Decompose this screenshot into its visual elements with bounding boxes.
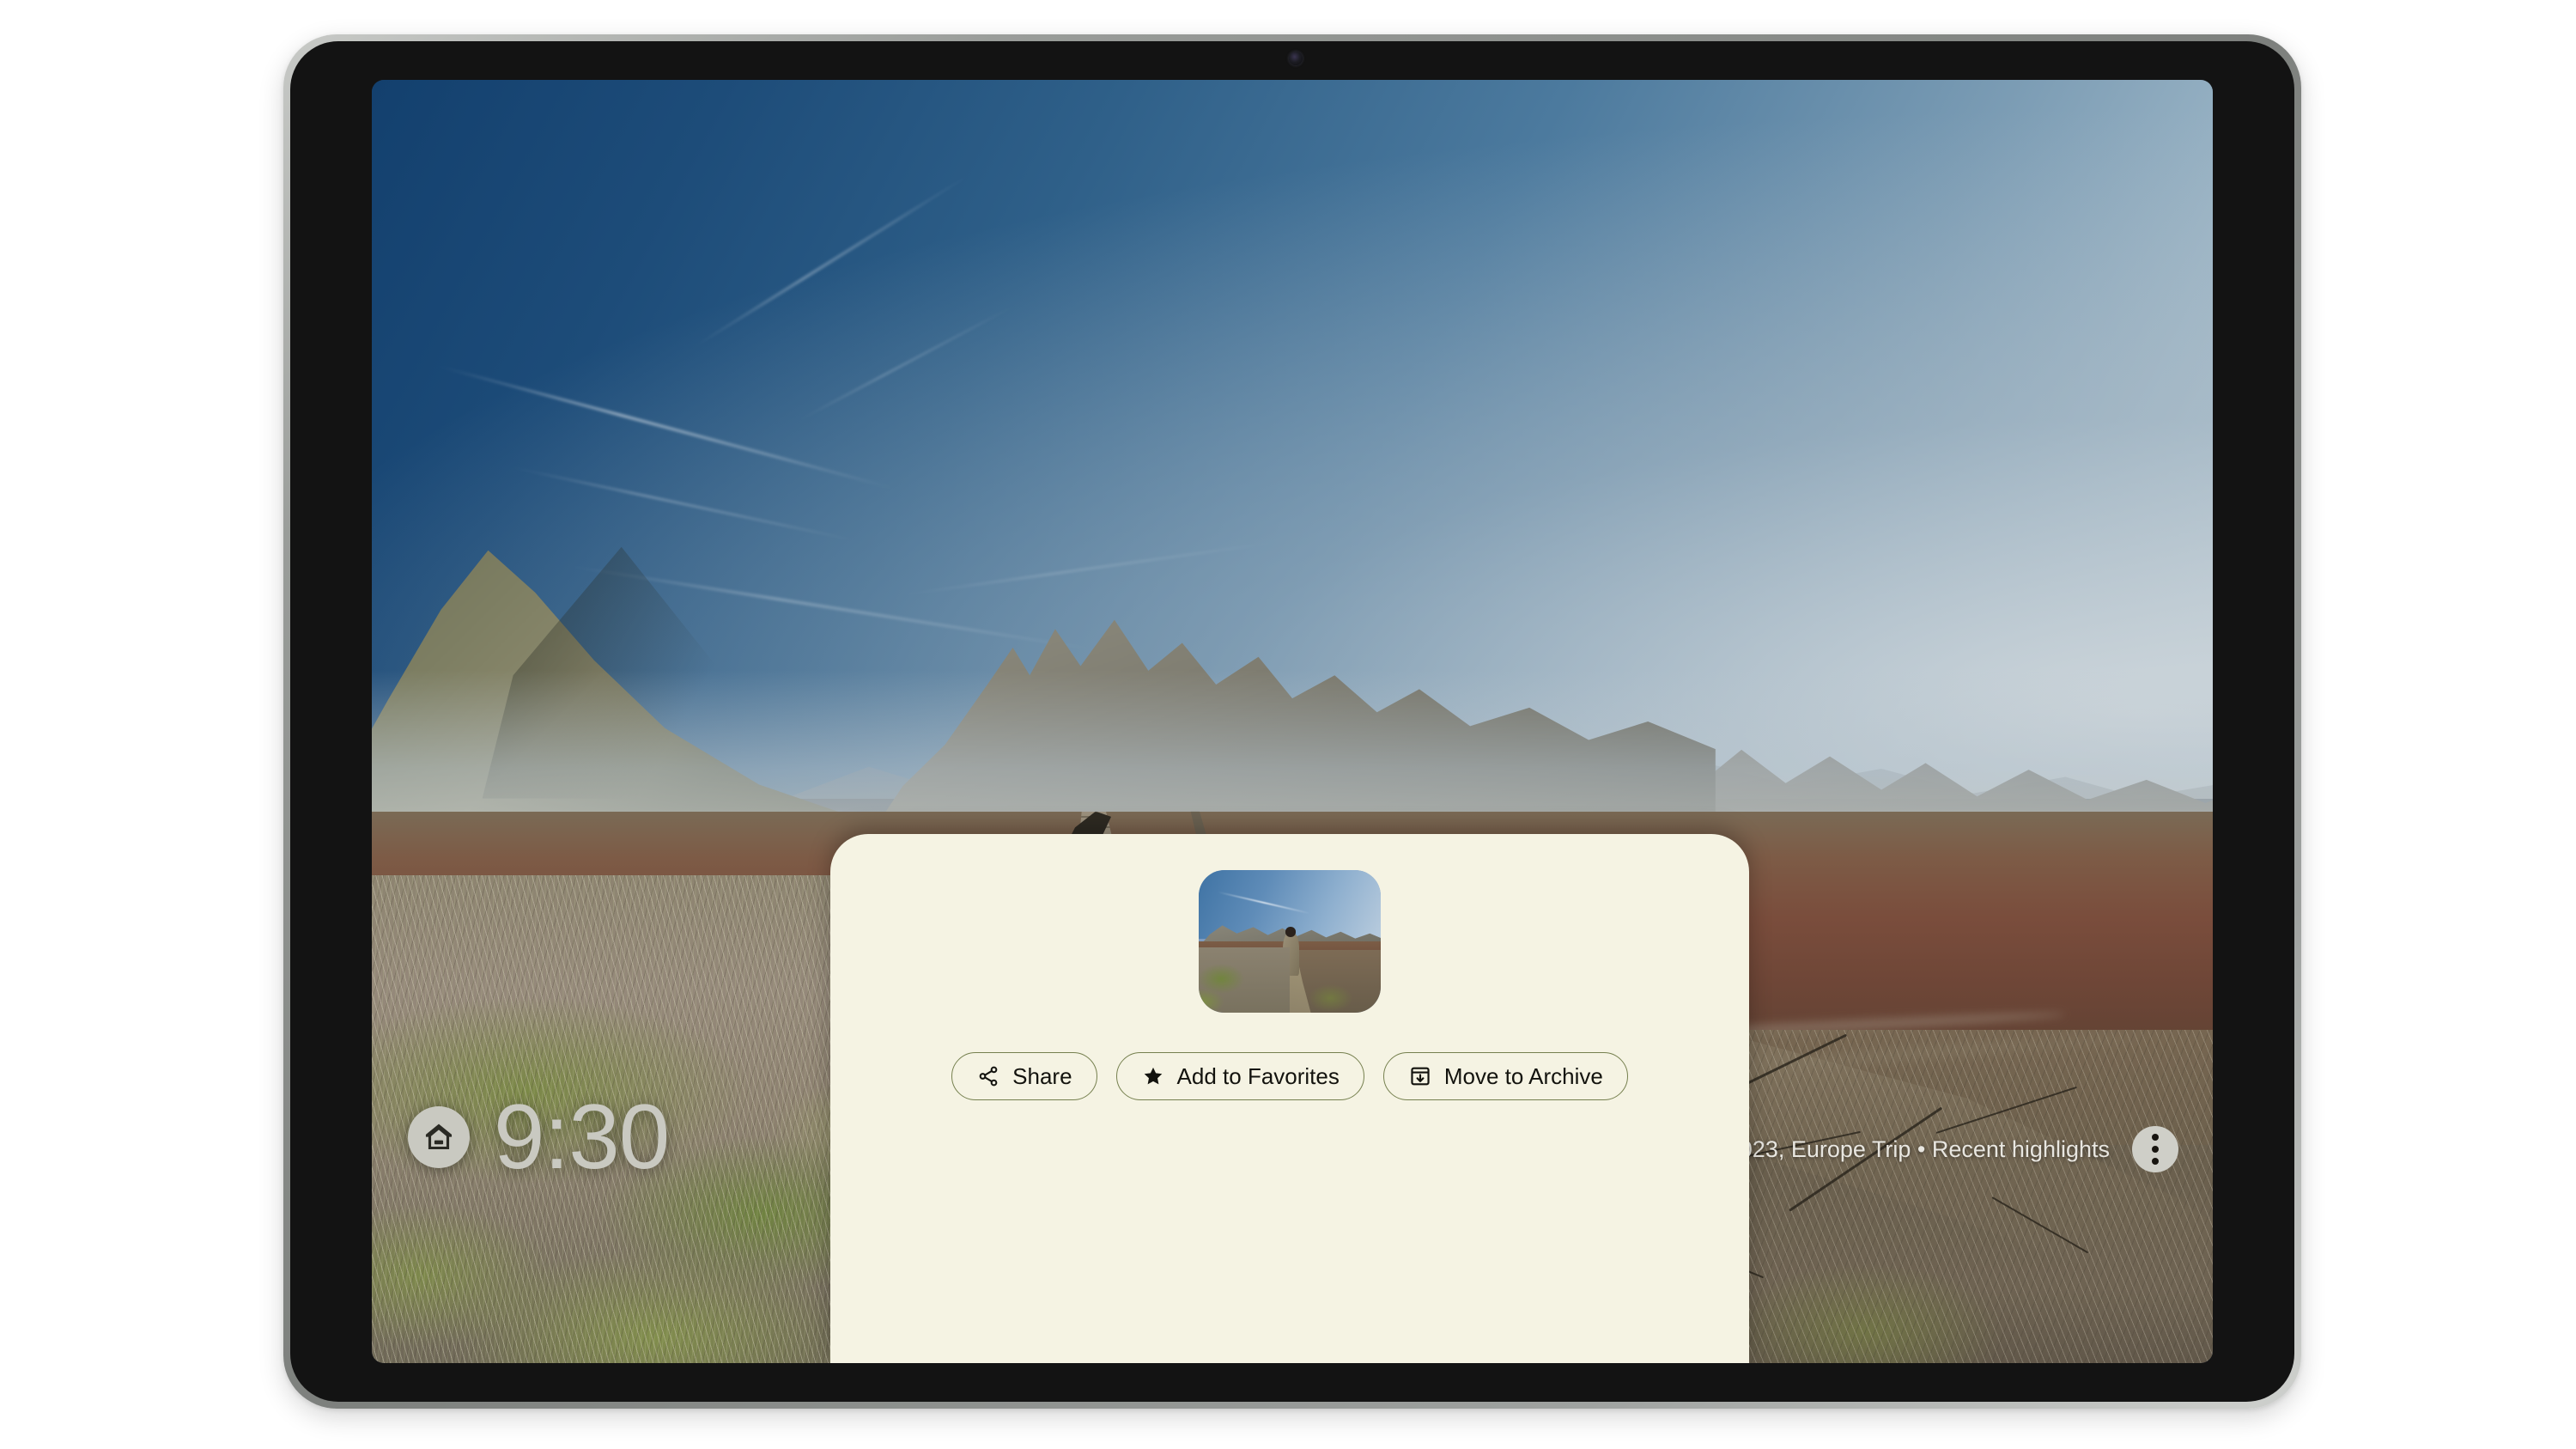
move-to-archive-button-label: Move to Archive — [1443, 1062, 1603, 1089]
clock-time: 9:30 — [494, 1085, 670, 1188]
share-button-label: Share — [1012, 1062, 1072, 1089]
photo-thumbnail[interactable] — [1199, 870, 1381, 1013]
add-to-favorites-button-label: Add to Favorites — [1176, 1062, 1340, 1089]
screenshot-canvas: 9:30 22, 2023, Europe Trip • Recent high… — [0, 0, 2576, 1449]
star-filled-icon — [1141, 1064, 1165, 1088]
overflow-dot — [2152, 1146, 2159, 1153]
share-icon — [976, 1064, 1000, 1088]
photo-action-sheet: Share Add to Favorites Move to Archive — [830, 834, 1749, 1363]
thumbnail-left-scrub — [1199, 947, 1290, 1013]
tablet-screen: 9:30 22, 2023, Europe Trip • Recent high… — [372, 80, 2213, 1363]
action-chip-row: Share Add to Favorites Move to Archive — [951, 1052, 1628, 1100]
tablet-device: 9:30 22, 2023, Europe Trip • Recent high… — [283, 34, 2301, 1409]
lockscreen-clock-group: 9:30 — [408, 1085, 670, 1188]
share-button[interactable]: Share — [951, 1052, 1097, 1100]
photo-caption-row: 22, 2023, Europe Trip • Recent highlight… — [1688, 1126, 2178, 1172]
archive-icon — [1408, 1064, 1432, 1088]
photo-caption: 22, 2023, Europe Trip • Recent highlight… — [1687, 1135, 2110, 1162]
move-to-archive-button[interactable]: Move to Archive — [1382, 1052, 1628, 1100]
overflow-dot — [2152, 1158, 2159, 1165]
front-camera-icon — [1289, 52, 1303, 65]
device-bezel: 9:30 22, 2023, Europe Trip • Recent high… — [290, 41, 2294, 1402]
more-vertical-icon[interactable] — [2132, 1126, 2178, 1172]
overflow-dot — [2152, 1134, 2159, 1141]
home-icon[interactable] — [408, 1105, 470, 1168]
add-to-favorites-button[interactable]: Add to Favorites — [1115, 1052, 1364, 1100]
